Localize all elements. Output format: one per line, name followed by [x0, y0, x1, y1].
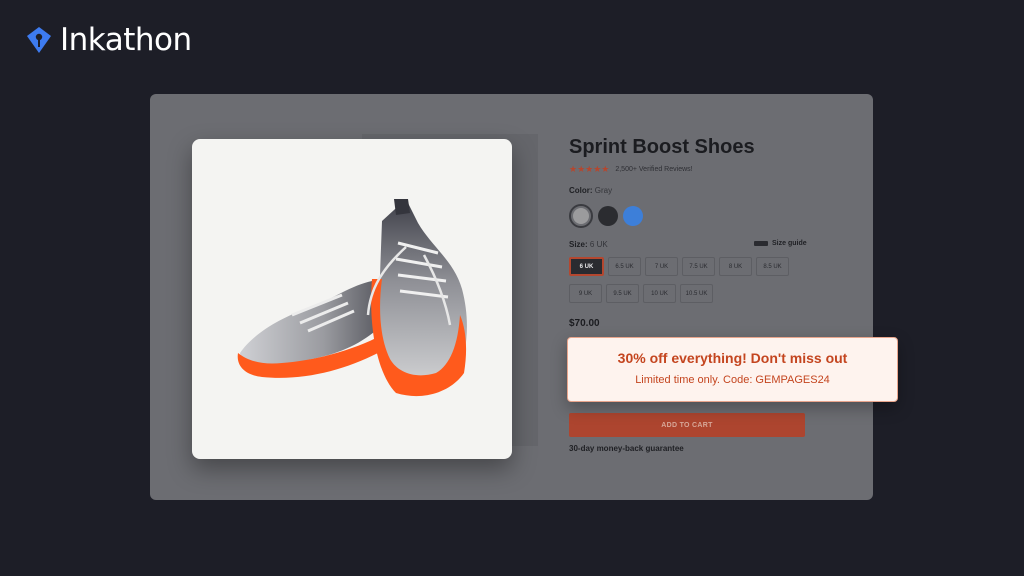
size-guide-link[interactable]: Size guide: [754, 240, 807, 247]
color-swatch-black[interactable]: [598, 206, 618, 226]
size-option[interactable]: 7.5 UK: [682, 257, 715, 276]
color-label-key: Color:: [569, 186, 593, 195]
rating-row[interactable]: ★★★★★ 2,500+ Verified Reviews!: [569, 164, 693, 175]
ruler-icon: [754, 241, 768, 246]
reviews-count: 2,500+ Verified Reviews!: [615, 166, 693, 173]
star-rating-icon: ★★★★★: [569, 164, 610, 174]
color-swatch-gray[interactable]: [569, 204, 593, 228]
product-image[interactable]: [192, 139, 512, 459]
size-label-key: Size:: [569, 240, 588, 249]
brand-logo[interactable]: Inkathon: [24, 22, 192, 58]
promo-banner[interactable]: 30% off everything! Don't miss out Limit…: [567, 337, 898, 402]
size-option[interactable]: 8.5 UK: [756, 257, 789, 276]
size-label-value: 6 UK: [589, 240, 608, 249]
pen-nib-icon: [27, 27, 51, 53]
color-swatch-blue[interactable]: [623, 206, 643, 226]
promo-subtitle: Limited time only. Code: GEMPAGES24: [635, 374, 830, 386]
size-option[interactable]: 9.5 UK: [606, 284, 639, 303]
product-price: $70.00: [569, 318, 600, 329]
guarantee-text: 30-day money-back guarantee: [569, 444, 684, 453]
size-options: 6 UK 6.5 UK 7 UK 7.5 UK 8 UK 8.5 UK: [569, 257, 809, 276]
color-label-value: Gray: [594, 186, 613, 195]
size-option[interactable]: 8 UK: [719, 257, 752, 276]
brand-name: Inkathon: [60, 22, 192, 58]
size-option[interactable]: 9 UK: [569, 284, 602, 303]
size-option[interactable]: 6.5 UK: [608, 257, 641, 276]
size-option[interactable]: 10.5 UK: [680, 284, 713, 303]
product-title: Sprint Boost Shoes: [569, 136, 755, 158]
size-label: Size: 6 UK: [569, 240, 608, 249]
size-options-row-2: 9 UK 9.5 UK 10 UK 10.5 UK: [569, 284, 809, 303]
add-to-cart-button[interactable]: ADD TO CART: [569, 413, 805, 437]
color-swatches: [569, 204, 643, 228]
size-guide-label: Size guide: [772, 240, 807, 247]
promo-title: 30% off everything! Don't miss out: [617, 350, 848, 366]
color-label: Color: Gray: [569, 186, 612, 195]
size-option[interactable]: 10 UK: [643, 284, 676, 303]
sneakers-illustration: [237, 199, 467, 397]
size-option[interactable]: 7 UK: [645, 257, 678, 276]
size-option[interactable]: 6 UK: [569, 257, 604, 276]
